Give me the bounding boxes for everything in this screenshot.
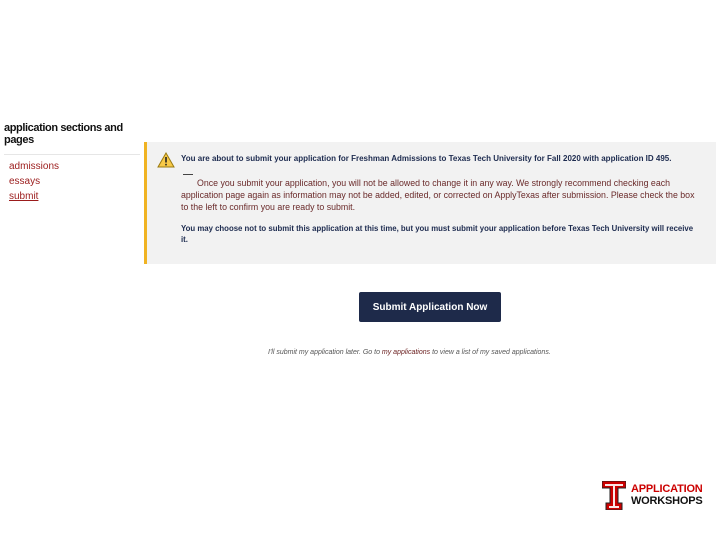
submit-warning-panel: You are about to submit your application… — [144, 142, 716, 264]
sidebar-item-essays[interactable]: essays — [9, 174, 140, 189]
warning-headline: You are about to submit your application… — [181, 154, 672, 163]
confirm-checkbox[interactable] — [183, 174, 193, 175]
submit-later-prefix: I'll submit my application later. Go to — [268, 349, 382, 356]
sidebar-title: application sections and pages — [4, 122, 140, 155]
warning-body: Once you submit your application, you wi… — [181, 178, 695, 212]
logo-line-2: WORKSHOPS — [631, 495, 703, 507]
my-applications-link[interactable]: my applications — [382, 349, 430, 356]
application-workshops-logo: APPLICATION WORKSHOPS — [602, 481, 703, 511]
warning-triangle-icon — [157, 152, 175, 168]
sidebar-item-submit[interactable]: submit — [9, 189, 140, 204]
sidebar: application sections and pages admission… — [4, 122, 140, 204]
double-t-logo-icon — [602, 481, 626, 510]
submit-later-suffix: to view a list of my saved applications. — [430, 349, 551, 356]
warning-note: You may choose not to submit this applic… — [181, 224, 694, 244]
submit-application-button[interactable]: Submit Application Now — [359, 292, 501, 322]
submit-later-text: I'll submit my application later. Go to … — [268, 349, 551, 356]
sidebar-item-admissions[interactable]: admissions — [9, 159, 140, 174]
logo-line-1: APPLICATION — [631, 483, 703, 495]
